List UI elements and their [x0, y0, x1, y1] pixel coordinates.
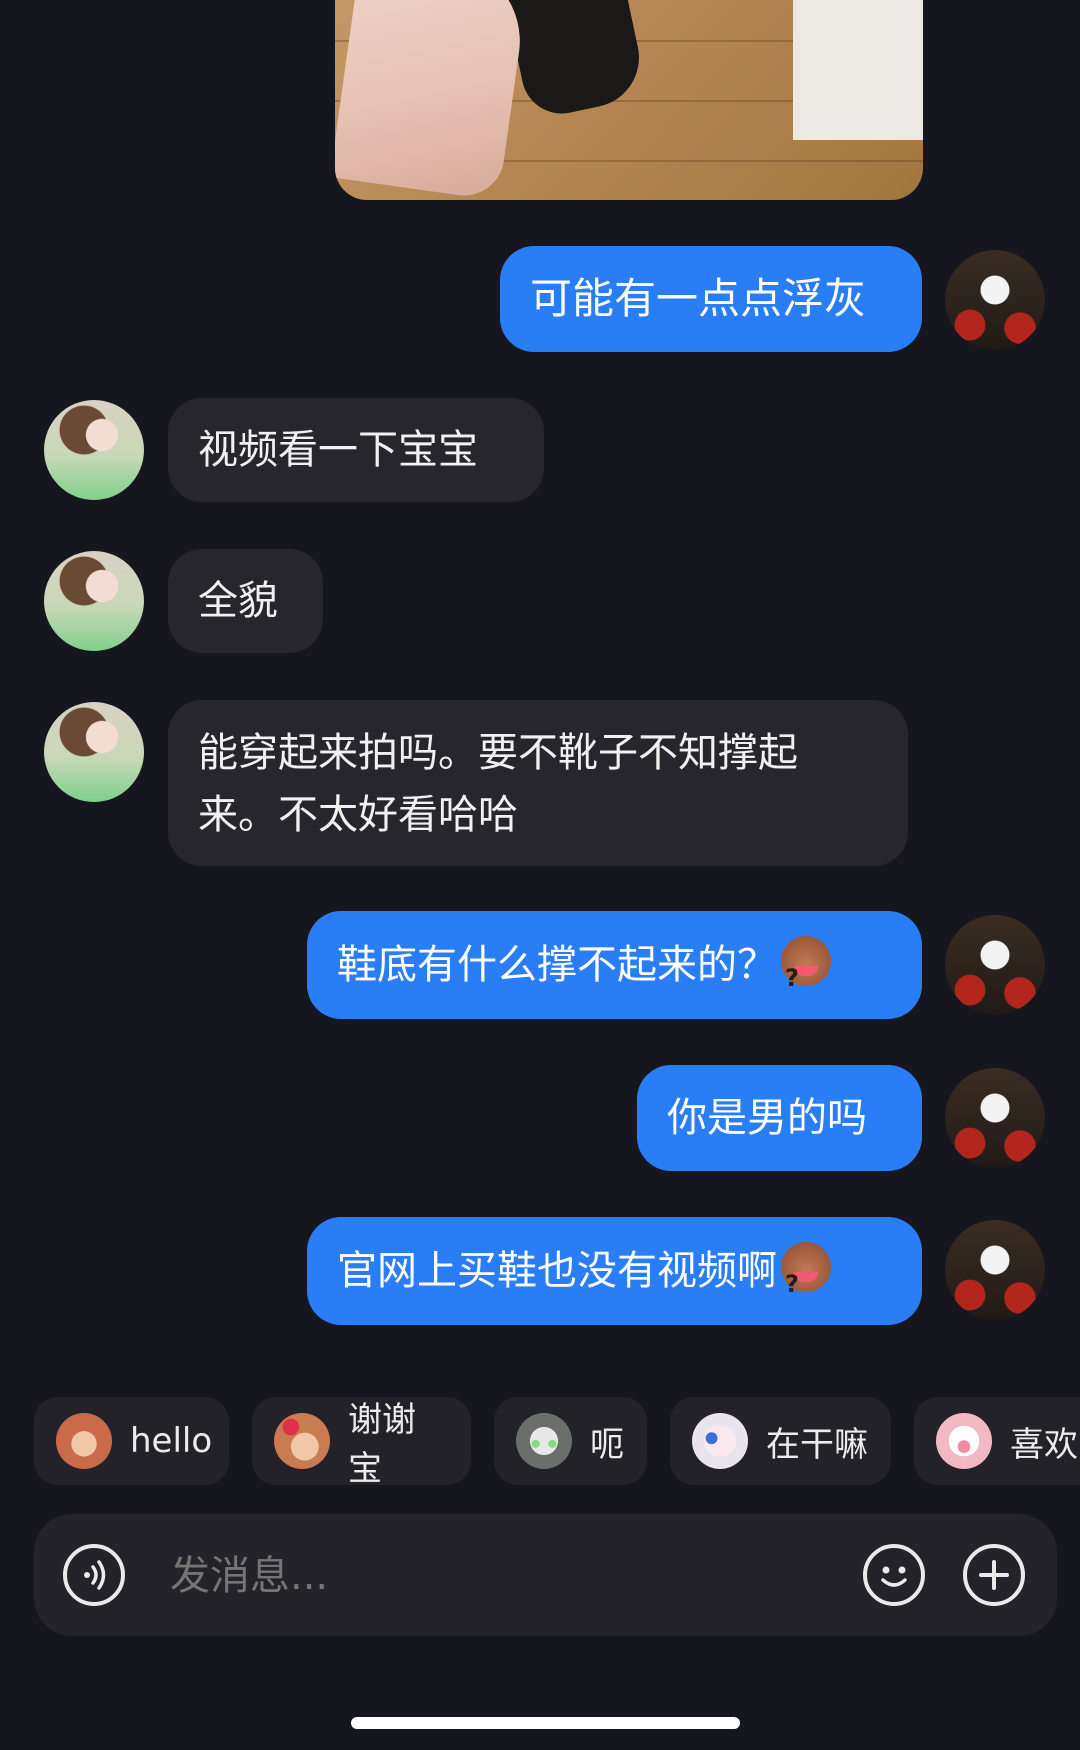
- waving-monkey-icon: [56, 1413, 112, 1469]
- contact-message-bubble[interactable]: 视频看一下宝宝: [168, 398, 544, 502]
- my-avatar[interactable]: [945, 1220, 1045, 1320]
- voice-icon[interactable]: [63, 1544, 125, 1606]
- message-text: 官网上买鞋也没有视频啊: [337, 1248, 777, 1294]
- contact-message-bubble[interactable]: 能穿起来拍吗。要不靴子不知撑起 来。不太好看哈哈: [168, 700, 908, 866]
- message-line-1: 能穿起来拍吗。要不靴子不知撑起: [198, 730, 798, 776]
- my-message-bubble[interactable]: 你是男的吗: [637, 1065, 922, 1171]
- shared-photo[interactable]: [335, 0, 923, 200]
- message-input[interactable]: [168, 1545, 832, 1607]
- quick-reply-label: 喜欢: [1010, 1424, 1078, 1465]
- pink-pig-icon: [936, 1413, 992, 1469]
- message-line-2: 来。不太好看哈哈: [198, 792, 518, 838]
- smiley-icon[interactable]: [863, 1544, 925, 1606]
- contact-avatar[interactable]: [44, 400, 144, 500]
- quick-reply-label: 呃: [590, 1424, 624, 1465]
- quick-reply-what-doing[interactable]: 在干嘛: [670, 1397, 891, 1485]
- home-indicator[interactable]: [351, 1717, 740, 1729]
- quick-reply-thanks[interactable]: 谢谢宝: [252, 1397, 471, 1489]
- monkey-with-flower-icon: [274, 1413, 330, 1469]
- contact-avatar[interactable]: [44, 551, 144, 651]
- quick-reply-like[interactable]: 喜欢: [914, 1397, 1080, 1485]
- contact-avatar[interactable]: [44, 702, 144, 802]
- my-avatar[interactable]: [945, 915, 1045, 1015]
- my-message-bubble[interactable]: 官网上买鞋也没有视频啊: [307, 1217, 922, 1338]
- gray-cat-icon: [516, 1413, 572, 1469]
- my-avatar[interactable]: [945, 1068, 1045, 1168]
- quick-reply-label: 谢谢宝: [348, 1400, 416, 1489]
- plus-icon[interactable]: [963, 1544, 1025, 1606]
- my-avatar[interactable]: [945, 250, 1045, 350]
- quick-reply-hello[interactable]: hello: [34, 1397, 229, 1485]
- peeking-character-icon: [692, 1413, 748, 1469]
- question-face-emoji-icon: [781, 1230, 831, 1338]
- my-message-bubble[interactable]: 可能有一点点浮灰: [500, 246, 922, 352]
- quick-reply-label: 在干嘛: [766, 1424, 868, 1465]
- quick-reply-label: hello: [130, 1421, 213, 1461]
- my-message-bubble[interactable]: 鞋底有什么撑不起来的？: [307, 911, 922, 1032]
- quick-reply-er[interactable]: 呃: [494, 1397, 647, 1485]
- question-face-emoji-icon: [781, 924, 831, 1032]
- contact-message-bubble[interactable]: 全貌: [168, 549, 323, 653]
- message-text: 鞋底有什么撑不起来的？: [337, 942, 777, 988]
